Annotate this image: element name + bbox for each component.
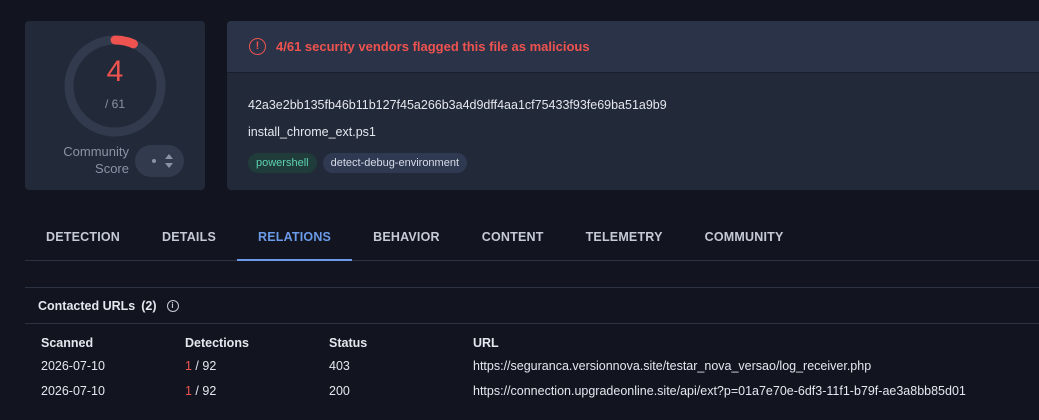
contacted-urls-header: Contacted URLs (2) i — [25, 288, 1039, 324]
cell-detections: 1 / 92 — [185, 378, 329, 403]
tag-powershell[interactable]: powershell — [248, 153, 317, 173]
cell-url[interactable]: https://connection.upgradeonline.site/ap… — [473, 378, 1033, 403]
community-score-label: Community Score — [63, 144, 129, 176]
tab-behavior[interactable]: BEHAVIOR — [352, 216, 461, 261]
tab-relations[interactable]: RELATIONS — [236, 216, 353, 261]
column-header-url: URL — [473, 336, 499, 350]
tab-details[interactable]: DETAILS — [141, 216, 237, 261]
malicious-alert-bar: ! 4/61 security vendors flagged this fil… — [227, 21, 1039, 73]
tab-community[interactable]: COMMUNITY — [684, 216, 805, 261]
exclamation-circle-icon: ! — [249, 38, 266, 55]
table-row[interactable]: 2026-07-10 1 / 92 200 https://connection… — [41, 378, 1033, 403]
vote-score-dot — [152, 159, 156, 163]
detections-hit: 1 — [185, 358, 192, 373]
cell-detections: 1 / 92 — [185, 353, 329, 378]
section-title: Contacted URLs — [38, 298, 136, 313]
engine-total: / 61 — [104, 97, 125, 111]
detections-hit: 1 — [185, 383, 192, 398]
report-tabs: DETECTION DETAILS RELATIONS BEHAVIOR CON… — [25, 216, 1039, 261]
file-tags: powershell detect-debug-environment — [248, 153, 468, 173]
cell-url[interactable]: https://seguranca.versionnova.site/testa… — [473, 353, 1033, 378]
cell-scanned: 2026-07-10 — [41, 358, 105, 373]
column-header-status: Status — [329, 336, 368, 350]
section-count: (2) — [141, 298, 157, 313]
community-score-card: 4 / 61 Community Score — [25, 21, 205, 190]
table-header-row: Scanned Detections Status URL — [41, 333, 1033, 353]
contacted-urls-section: Contacted URLs (2) i Scanned Detections … — [25, 287, 1039, 420]
detections-total: / 92 — [191, 383, 217, 398]
tab-content[interactable]: CONTENT — [461, 216, 565, 261]
vote-up-icon[interactable] — [165, 154, 173, 159]
column-header-scanned: Scanned — [41, 336, 94, 350]
column-header-detections: Detections — [185, 336, 249, 350]
tab-detection[interactable]: DETECTION — [25, 216, 141, 261]
contacted-urls-table: Scanned Detections Status URL 2026-07-10… — [41, 333, 1033, 403]
community-vote-widget[interactable] — [135, 145, 184, 177]
tag-detect-debug-environment[interactable]: detect-debug-environment — [322, 153, 468, 173]
info-icon[interactable]: i — [166, 299, 179, 312]
file-name: install_chrome_ext.ps1 — [248, 125, 376, 139]
detection-count: 4 — [106, 55, 124, 88]
cell-scanned: 2026-07-10 — [41, 383, 105, 398]
file-hash[interactable]: 42a3e2bb135fb46b11b127f45a266b3a4d9dff4a… — [248, 98, 667, 112]
vote-down-icon[interactable] — [165, 163, 173, 168]
file-report-page: 4 / 61 Community Score ! 4/61 security v… — [0, 0, 1039, 420]
alert-text: 4/61 security vendors flagged this file … — [276, 39, 590, 54]
cell-status: 200 — [329, 383, 350, 398]
detections-total: / 92 — [191, 358, 217, 373]
cell-status: 403 — [329, 358, 350, 373]
file-info-card: ! 4/61 security vendors flagged this fil… — [227, 21, 1039, 190]
tab-telemetry[interactable]: TELEMETRY — [565, 216, 684, 261]
table-row[interactable]: 2026-07-10 1 / 92 403 https://seguranca.… — [41, 353, 1033, 378]
